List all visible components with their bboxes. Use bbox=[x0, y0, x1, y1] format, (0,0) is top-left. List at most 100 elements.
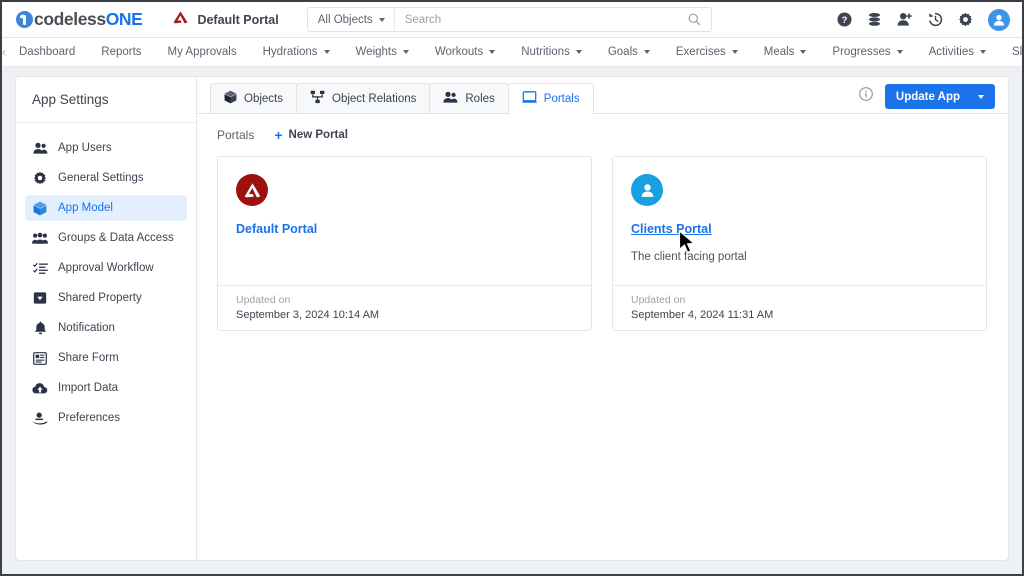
chevron-down-icon[interactable] bbox=[978, 94, 984, 99]
updated-on-value: September 4, 2024 11:31 AM bbox=[631, 309, 774, 321]
nav-item-reports[interactable]: Reports bbox=[88, 46, 154, 58]
nav-items: Dashboard Reports My Approvals Hydration… bbox=[6, 46, 1023, 58]
nav-item-progresses[interactable]: Progresses bbox=[819, 46, 915, 58]
history-icon[interactable] bbox=[928, 12, 943, 27]
current-portal[interactable]: Default Portal bbox=[172, 10, 279, 30]
chevron-down-icon bbox=[378, 17, 385, 22]
gear-icon bbox=[32, 171, 48, 185]
portal-card-list: Default Portal Updated on September 3, 2… bbox=[197, 152, 1008, 331]
add-user-icon[interactable] bbox=[897, 12, 913, 27]
sidebar-item-groups-data-access[interactable]: Groups & Data Access bbox=[25, 225, 187, 251]
tab-objects[interactable]: Objects bbox=[210, 83, 297, 113]
page-body: App Settings App Users General Settings … bbox=[2, 67, 1022, 574]
sidebar-item-app-model[interactable]: App Model bbox=[25, 195, 187, 221]
search-input[interactable] bbox=[394, 13, 688, 26]
tab-object-relations[interactable]: Object Relations bbox=[296, 83, 431, 113]
chevron-down-icon bbox=[323, 50, 330, 54]
nav-item-hydrations[interactable]: Hydrations bbox=[250, 46, 343, 58]
update-app-button[interactable]: Update App bbox=[884, 84, 995, 109]
sidebar-item-share-form[interactable]: Share Form bbox=[25, 345, 187, 371]
chevron-down-icon bbox=[402, 50, 409, 54]
updated-on-label: Updated on bbox=[236, 294, 291, 306]
group-icon bbox=[32, 232, 48, 245]
sidebar-item-label: Preferences bbox=[58, 412, 121, 424]
sidebar-item-app-users[interactable]: App Users bbox=[25, 135, 187, 161]
sidebar-item-shared-property[interactable]: Shared Property bbox=[25, 285, 187, 311]
breadcrumb: Portals bbox=[217, 128, 255, 142]
tag-icon bbox=[32, 291, 48, 305]
sidebar-item-label: General Settings bbox=[58, 172, 144, 184]
sidebar-item-import-data[interactable]: Import Data bbox=[25, 375, 187, 401]
preferences-icon bbox=[32, 412, 48, 425]
nav-item-nutritions[interactable]: Nutritions bbox=[508, 46, 595, 58]
nav-item-weights[interactable]: Weights bbox=[343, 46, 422, 58]
tab-portals[interactable]: Portals bbox=[507, 83, 594, 114]
cube-icon bbox=[224, 90, 237, 107]
cube-icon bbox=[32, 201, 48, 216]
chevron-down-icon bbox=[896, 50, 903, 54]
nav-label: Dashboard bbox=[19, 46, 76, 58]
tab-label: Object Relations bbox=[332, 92, 417, 105]
info-icon[interactable] bbox=[859, 87, 873, 106]
new-portal-label: New Portal bbox=[288, 129, 348, 141]
portal-card-footer: Updated on September 4, 2024 11:31 AM bbox=[613, 285, 986, 330]
global-search[interactable]: All Objects bbox=[306, 7, 712, 32]
nav-item-activities[interactable]: Activities bbox=[916, 46, 999, 58]
update-app-label: Update App bbox=[895, 90, 960, 103]
nav-label: Weights bbox=[355, 46, 397, 58]
nav-label: Hydrations bbox=[262, 46, 318, 58]
tab-roles[interactable]: Roles bbox=[429, 83, 509, 113]
logo-text-secondary: ONE bbox=[105, 9, 143, 29]
tab-label: Portals bbox=[543, 92, 580, 105]
nav-label: Activities bbox=[928, 46, 974, 58]
nav-label: Exercises bbox=[675, 46, 726, 58]
sidebar-item-label: App Model bbox=[58, 202, 113, 214]
nav-item-meals[interactable]: Meals bbox=[751, 46, 820, 58]
user-avatar[interactable] bbox=[988, 8, 1010, 31]
new-portal-button[interactable]: + New Portal bbox=[274, 128, 348, 142]
nav-item-my-approvals[interactable]: My Approvals bbox=[155, 46, 250, 58]
svg-text:?: ? bbox=[842, 15, 848, 26]
chevron-down-icon bbox=[575, 50, 582, 54]
app-logo[interactable]: codelessONE bbox=[16, 9, 143, 30]
nav-item-dashboard[interactable]: Dashboard bbox=[6, 46, 88, 58]
sidebar-item-label: Shared Property bbox=[58, 292, 142, 304]
nav-item-sleeps[interactable]: Sleeps bbox=[999, 46, 1023, 58]
sidebar-item-general-settings[interactable]: General Settings bbox=[25, 165, 187, 191]
users-icon bbox=[32, 142, 48, 155]
chevron-down-icon bbox=[979, 50, 986, 54]
search-icon[interactable] bbox=[688, 13, 711, 26]
form-icon bbox=[32, 351, 48, 365]
database-icon[interactable] bbox=[867, 12, 882, 27]
chevron-down-icon bbox=[731, 50, 738, 54]
settings-panel: App Settings App Users General Settings … bbox=[15, 76, 1009, 561]
sidebar-item-label: Share Form bbox=[58, 352, 119, 364]
gear-icon[interactable] bbox=[958, 12, 973, 27]
search-scope-dropdown[interactable]: All Objects bbox=[308, 8, 395, 31]
top-bar-actions: ? bbox=[837, 8, 1010, 31]
bell-icon bbox=[32, 321, 48, 335]
relations-icon bbox=[310, 90, 325, 107]
help-icon[interactable]: ? bbox=[837, 12, 852, 27]
nav-label: My Approvals bbox=[167, 46, 237, 58]
app-window: codelessONE Default Portal All Objects S… bbox=[0, 0, 1024, 576]
sidebar-item-label: Groups & Data Access bbox=[58, 232, 174, 244]
chevron-down-icon bbox=[643, 50, 650, 54]
nav-label: Reports bbox=[101, 46, 142, 58]
portal-card-footer: Updated on September 3, 2024 10:14 AM bbox=[218, 285, 591, 330]
top-bar: codelessONE Default Portal All Objects S… bbox=[2, 2, 1022, 38]
sidebar-item-preferences[interactable]: Preferences bbox=[25, 405, 187, 431]
nav-item-exercises[interactable]: Exercises bbox=[663, 46, 751, 58]
portal-card[interactable]: Clients Portal The client facing portal … bbox=[612, 156, 987, 331]
sidebar-item-notification[interactable]: Notification bbox=[25, 315, 187, 341]
portal-card-title[interactable]: Clients Portal bbox=[631, 222, 712, 236]
portal-card-title[interactable]: Default Portal bbox=[236, 222, 317, 236]
nav-label: Sleeps bbox=[1011, 46, 1023, 58]
portal-card-body: Clients Portal The client facing portal bbox=[613, 157, 986, 285]
sidebar-item-approval-workflow[interactable]: Approval Workflow bbox=[25, 255, 187, 281]
sidebar-list: App Users General Settings App Model Gro… bbox=[16, 123, 196, 435]
portal-card[interactable]: Default Portal Updated on September 3, 2… bbox=[217, 156, 592, 331]
settings-content: Objects Object Relations Roles Portals U… bbox=[197, 77, 1008, 560]
nav-item-workouts[interactable]: Workouts bbox=[422, 46, 508, 58]
nav-item-goals[interactable]: Goals bbox=[595, 46, 663, 58]
